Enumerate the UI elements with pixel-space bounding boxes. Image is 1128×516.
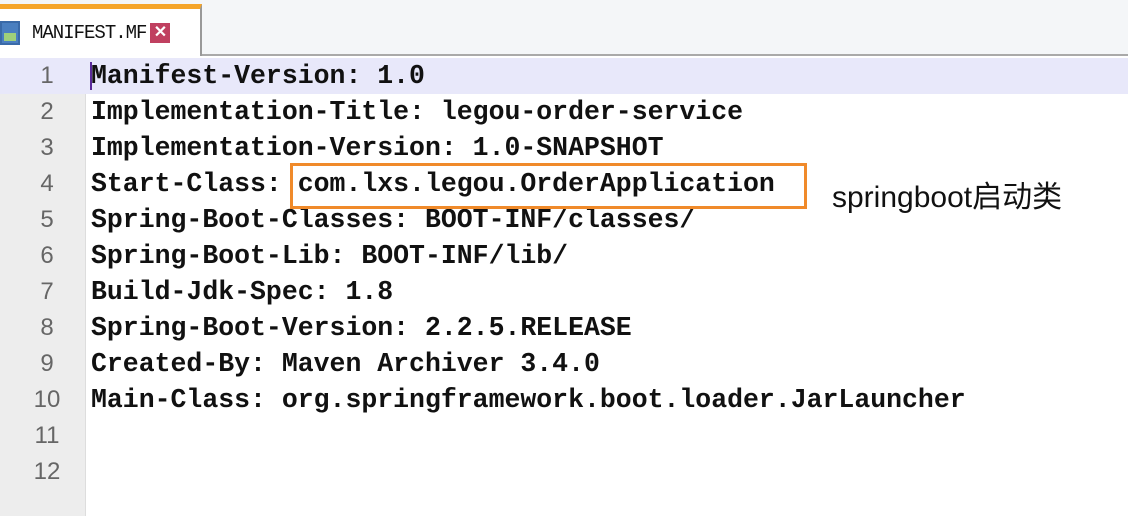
- line-number: 1: [40, 62, 54, 89]
- code-text: Main-Class: org.springframework.boot.loa…: [91, 385, 966, 415]
- tab-manifest[interactable]: MANIFEST.MF ✕: [0, 4, 202, 56]
- line-number: 9: [40, 350, 54, 377]
- line-number: 6: [40, 242, 54, 269]
- code-text: Spring-Boot-Lib: BOOT-INF/lib/: [91, 241, 569, 271]
- line-number: 7: [40, 278, 54, 305]
- code-line[interactable]: 8 Spring-Boot-Version: 2.2.5.RELEASE: [0, 310, 1128, 346]
- code-text: Manifest-Version: 1.0: [91, 61, 425, 91]
- code-line[interactable]: 2 Implementation-Title: legou-order-servi…: [0, 94, 1128, 130]
- code-text: Implementation-Version: 1.0-SNAPSHOT: [91, 133, 664, 163]
- code-text: Build-Jdk-Spec: 1.8: [91, 277, 394, 307]
- tab-title: MANIFEST.MF: [32, 21, 147, 44]
- code-line[interactable]: 9 Created-By: Maven Archiver 3.4.0: [0, 346, 1128, 382]
- line-number: 11: [34, 422, 60, 449]
- line-number: 5: [40, 206, 54, 233]
- code-line[interactable]: 7 Build-Jdk-Spec: 1.8: [0, 274, 1128, 310]
- editor[interactable]: 1 Manifest-Version: 1.0 2 Implementation-Ti…: [0, 58, 1128, 490]
- code-line[interactable]: 6 Spring-Boot-Lib: BOOT-INF/lib/: [0, 238, 1128, 274]
- line-number: 3: [40, 134, 54, 161]
- line-number: 4: [40, 170, 54, 197]
- text-cursor: [90, 62, 92, 90]
- code-line[interactable]: 12: [0, 454, 1128, 490]
- line-number: 2: [40, 98, 54, 125]
- highlight-box: [290, 163, 807, 209]
- tab-bar: MANIFEST.MF ✕: [0, 0, 1128, 56]
- save-disk-icon: [0, 20, 20, 45]
- annotation-label: springboot启动类: [832, 181, 1063, 214]
- line-number: 10: [33, 386, 61, 413]
- line-number: 12: [33, 458, 61, 485]
- code-line[interactable]: 1 Manifest-Version: 1.0: [0, 58, 1128, 94]
- code-line[interactable]: 3 Implementation-Version: 1.0-SNAPSHOT: [0, 130, 1128, 166]
- line-number: 8: [40, 314, 54, 341]
- code-text: Created-By: Maven Archiver 3.4.0: [91, 349, 600, 379]
- code-line[interactable]: 11: [0, 418, 1128, 454]
- close-icon[interactable]: ✕: [150, 22, 171, 43]
- code-text: Implementation-Title: legou-order-servic…: [91, 97, 744, 127]
- code-line[interactable]: 10 Main-Class: org.springframework.boot.l…: [0, 382, 1128, 418]
- code-text: Spring-Boot-Classes: BOOT-INF/classes/: [91, 205, 696, 235]
- code-text: Spring-Boot-Version: 2.2.5.RELEASE: [91, 313, 632, 343]
